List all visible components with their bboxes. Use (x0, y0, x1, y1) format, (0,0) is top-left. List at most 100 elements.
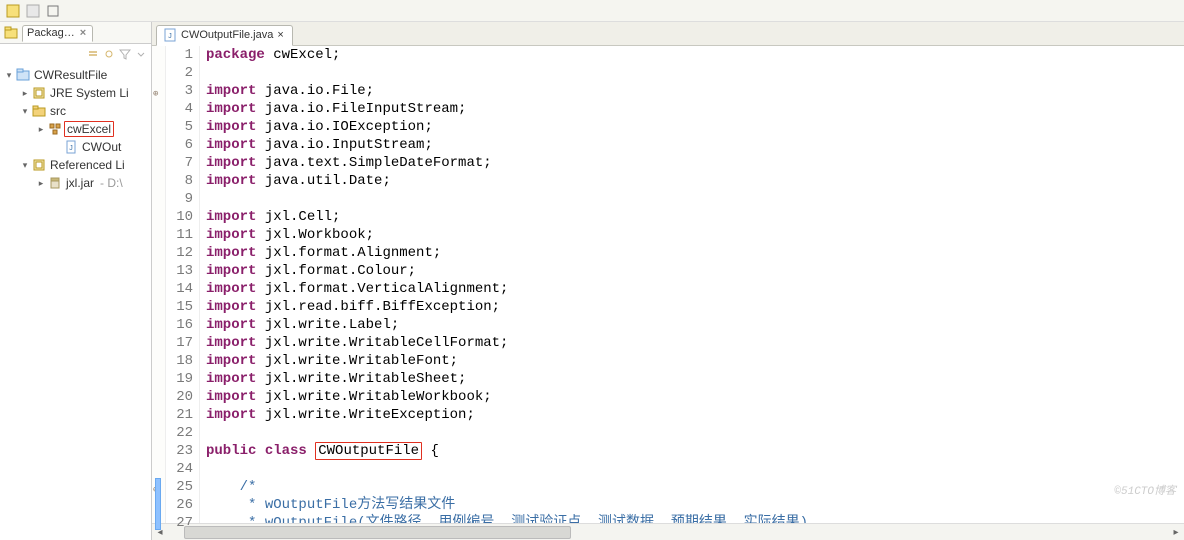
close-icon[interactable]: × (277, 29, 283, 41)
code-line[interactable]: import jxl.write.WritableCellFormat; (206, 334, 1184, 352)
expander-icon[interactable]: ▸ (20, 88, 30, 99)
collapse-all-icon[interactable] (87, 48, 99, 60)
line-number: 14 (166, 280, 193, 298)
code-line[interactable]: import java.io.FileInputStream; (206, 100, 1184, 118)
filter-icon[interactable] (119, 48, 131, 60)
package-explorer-view: Packag… × ▾CWResultFile ▸ JRE System Li ▾sr… (0, 22, 152, 540)
code-line[interactable]: import java.io.InputStream; (206, 136, 1184, 154)
code-line[interactable]: import jxl.format.Alignment; (206, 244, 1184, 262)
view-menu-icon[interactable] (135, 48, 147, 60)
toolbar-icon[interactable] (26, 4, 40, 18)
tree-item-jxljar[interactable]: ▸ jxl.jar - D:\ (2, 174, 151, 192)
tree-item-suffix: - D:\ (98, 176, 125, 190)
code-line[interactable]: * wOutputFile(文件路径 用例编号 测试验证点 测试数据 预期结果 … (206, 514, 1184, 523)
expander-icon[interactable]: ▾ (4, 70, 14, 81)
annotation-gutter[interactable]: ⊕⊕ (152, 46, 166, 523)
link-editor-icon[interactable] (103, 48, 115, 60)
tree-item-label: Referenced Li (48, 158, 127, 172)
line-number: 8 (166, 172, 193, 190)
tree-item-referencedli[interactable]: ▾ Referenced Li (2, 156, 151, 174)
code-line[interactable]: import jxl.write.Label; (206, 316, 1184, 334)
package-explorer-toolbar (0, 44, 151, 64)
line-number: 9 (166, 190, 193, 208)
line-number: 24 (166, 460, 193, 478)
svg-text:J: J (69, 145, 73, 152)
code-line[interactable] (206, 64, 1184, 82)
tree-item-src[interactable]: ▾src (2, 102, 151, 120)
line-number: 13 (166, 262, 193, 280)
toolbar-icon[interactable] (46, 4, 60, 18)
toolbar-icon[interactable] (6, 4, 20, 18)
package-explorer-tab[interactable]: Packag… × (22, 25, 93, 42)
tree-item-cwexcel[interactable]: ▸cwExcel (2, 120, 151, 138)
code-line[interactable] (206, 424, 1184, 442)
code-line[interactable]: import jxl.Workbook; (206, 226, 1184, 244)
java-file-icon: J (163, 28, 177, 42)
line-number: 23 (166, 442, 193, 460)
code-line[interactable]: import java.text.SimpleDateFormat; (206, 154, 1184, 172)
line-number: 18 (166, 352, 193, 370)
code-line[interactable]: import jxl.format.Colour; (206, 262, 1184, 280)
scroll-right-arrow[interactable]: ▸ (1168, 527, 1184, 538)
line-number: 10 (166, 208, 193, 226)
view-tab-bar: Packag… × (0, 22, 151, 44)
editor-tab[interactable]: J CWOutputFile.java × (156, 25, 293, 46)
code-line[interactable]: import jxl.write.WriteException; (206, 406, 1184, 424)
line-number: 20 (166, 388, 193, 406)
code-area[interactable]: package cwExcel; import java.io.File;imp… (200, 46, 1184, 523)
line-number: 16 (166, 316, 193, 334)
package-icon (48, 122, 62, 136)
code-line[interactable]: import java.io.IOException; (206, 118, 1184, 136)
fold-icon[interactable]: ⊕ (153, 85, 158, 103)
scroll-thumb[interactable] (184, 526, 571, 539)
tree-item-cwout[interactable]: J CWOut (2, 138, 151, 156)
package-explorer-tab-label: Packag… (27, 27, 75, 39)
line-number: 4 (166, 100, 193, 118)
expander-icon[interactable]: ▾ (20, 160, 30, 171)
line-number: 6 (166, 136, 193, 154)
code-line[interactable] (206, 190, 1184, 208)
code-line[interactable]: public class CWOutputFile { (206, 442, 1184, 460)
code-line[interactable]: import jxl.write.WritableSheet; (206, 370, 1184, 388)
line-number: 17 (166, 334, 193, 352)
code-line[interactable]: * wOutputFile方法写结果文件 (206, 496, 1184, 514)
lib-icon (32, 86, 46, 100)
line-number: 1 (166, 46, 193, 64)
scroll-track[interactable] (184, 525, 1152, 540)
project-icon (16, 68, 30, 82)
main-area: Packag… × ▾CWResultFile ▸ JRE System Li ▾sr… (0, 22, 1184, 540)
tree-item-label: jxl.jar (64, 176, 96, 190)
expander-icon[interactable]: ▸ (36, 178, 46, 189)
watermark: ©51CTO博客 (1114, 483, 1176, 501)
code-line[interactable] (206, 460, 1184, 478)
expander-icon[interactable]: ▸ (36, 124, 46, 135)
code-line[interactable]: import java.util.Date; (206, 172, 1184, 190)
tree-item-label: CWOut (80, 140, 123, 154)
svg-text:J: J (168, 33, 172, 40)
javafile-icon: J (64, 140, 78, 154)
code-line[interactable]: import jxl.write.WritableWorkbook; (206, 388, 1184, 406)
change-bar (155, 478, 161, 530)
code-line[interactable]: import jxl.format.VerticalAlignment; (206, 280, 1184, 298)
editor-tab-label: CWOutputFile.java (181, 29, 273, 41)
horizontal-scrollbar[interactable]: ◂ ▸ (152, 523, 1184, 540)
editor-tab-bar: J CWOutputFile.java × (152, 22, 1184, 46)
editor-body: ⊕⊕ 1234567891011121314151617181920212223… (152, 46, 1184, 523)
code-line[interactable]: package cwExcel; (206, 46, 1184, 64)
tree-item-jresystemli[interactable]: ▸ JRE System Li (2, 84, 151, 102)
line-number: 7 (166, 154, 193, 172)
expander-icon[interactable]: ▾ (20, 106, 30, 117)
package-tree[interactable]: ▾CWResultFile▸JRE System Li▾src▸cwExcelJ… (0, 64, 151, 540)
code-line[interactable]: /* (206, 478, 1184, 496)
code-line[interactable]: import jxl.write.WritableFont; (206, 352, 1184, 370)
close-icon[interactable]: × (80, 27, 86, 39)
line-number: 12 (166, 244, 193, 262)
code-line[interactable]: import jxl.Cell; (206, 208, 1184, 226)
tree-item-label: JRE System Li (48, 86, 131, 100)
code-line[interactable]: import jxl.read.biff.BiffException; (206, 298, 1184, 316)
code-line[interactable]: import java.io.File; (206, 82, 1184, 100)
line-number: 5 (166, 118, 193, 136)
tree-item-cwresultfile[interactable]: ▾CWResultFile (2, 66, 151, 84)
lib-icon (32, 158, 46, 172)
line-number-gutter[interactable]: 1234567891011121314151617181920212223242… (166, 46, 200, 523)
